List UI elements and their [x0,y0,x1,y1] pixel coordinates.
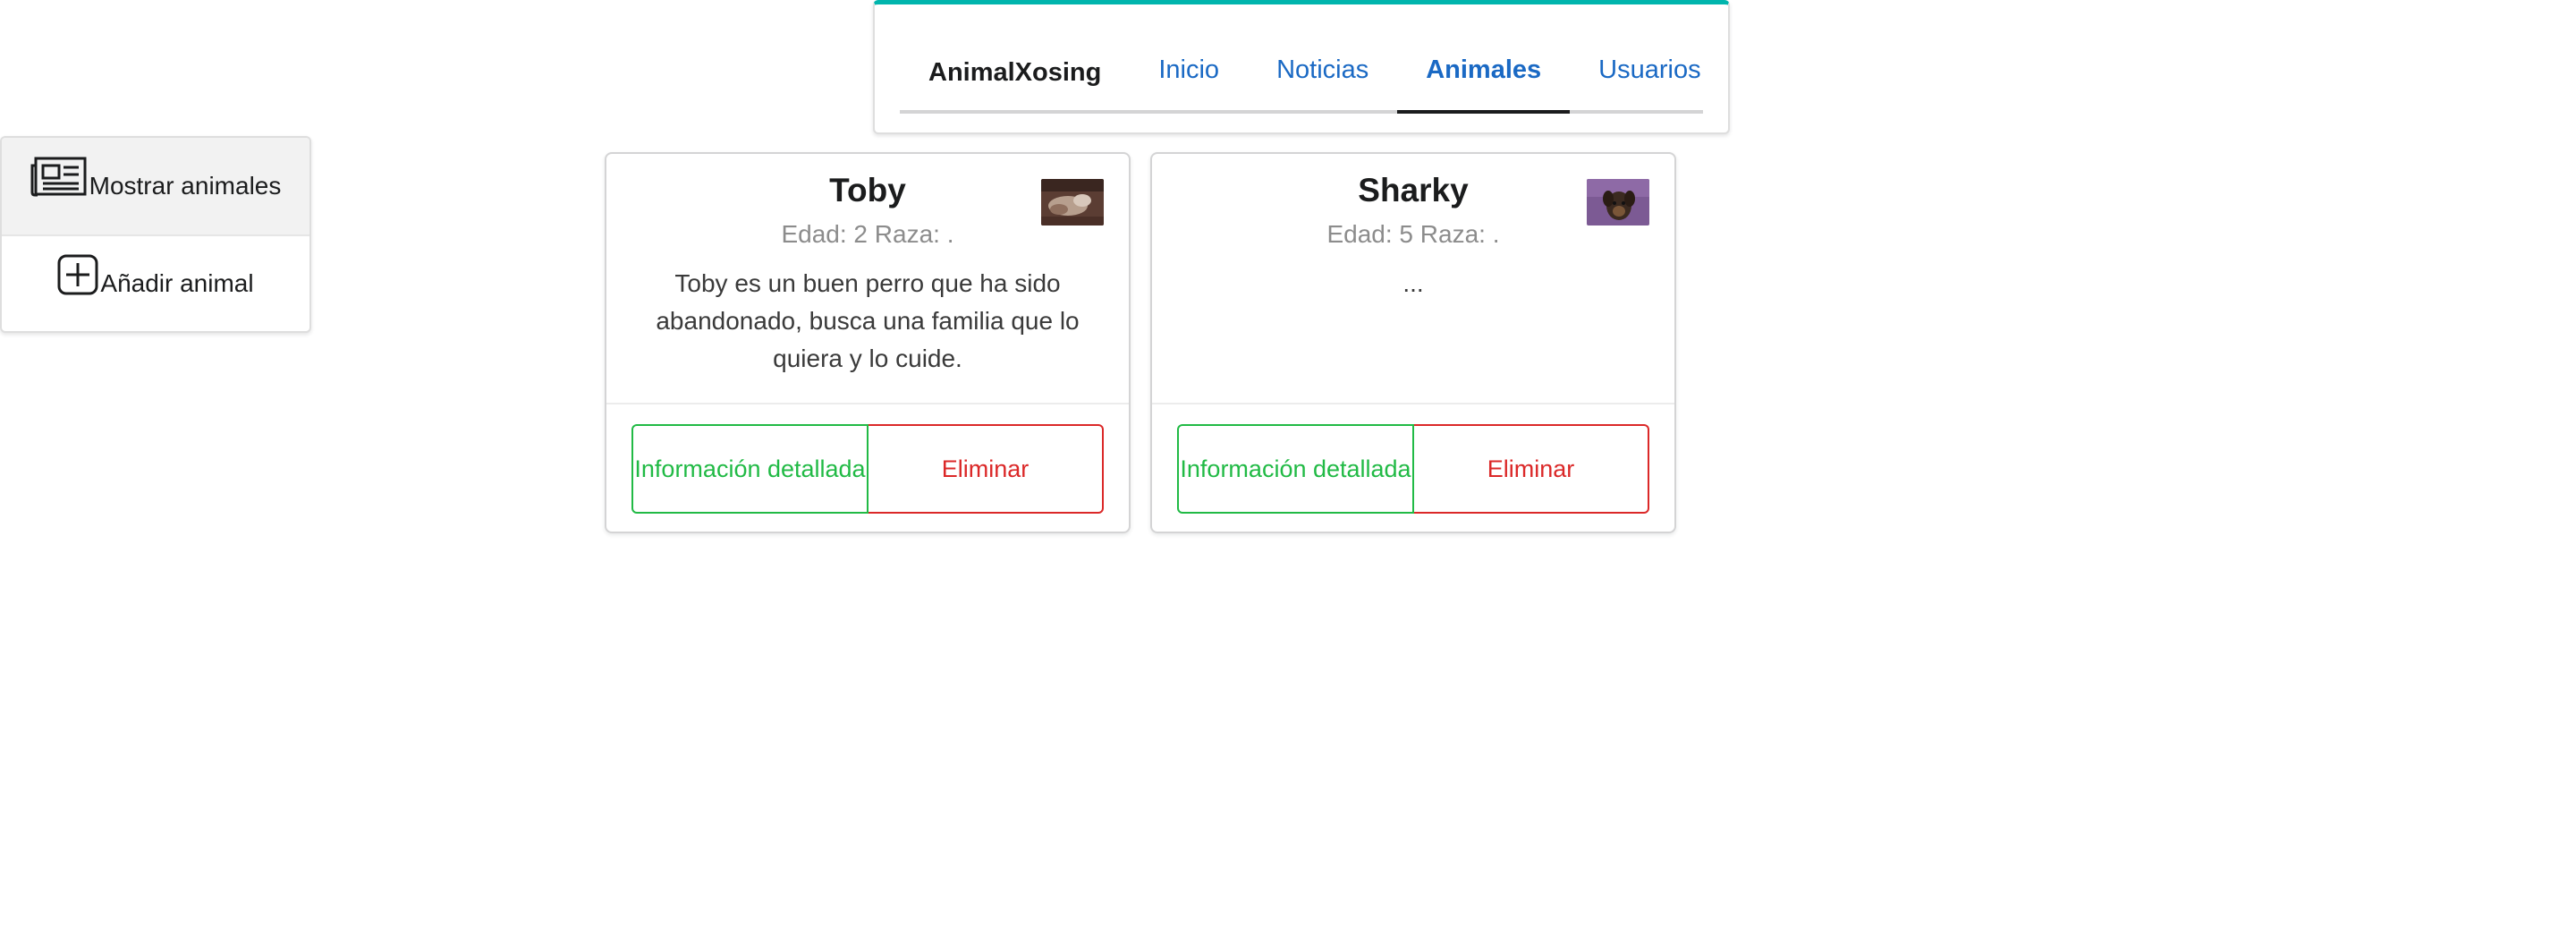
animal-description: ... [1402,269,1424,297]
top-navigation: AnimalXosing Inicio Noticias Animales Us… [873,0,1730,134]
card-content: Sharky Edad: 5 Raza: . ... [1152,154,1674,404]
card-actions: Información detallada Eliminar [1177,424,1649,514]
sidebar-menu: Mostrar animales Añadir animal [0,136,311,333]
sidebar-item-label: Añadir animal [100,269,254,297]
brand-logo: AnimalXosing [928,57,1102,87]
nav-item-noticias[interactable]: Noticias [1248,30,1397,114]
nav-item-inicio[interactable]: Inicio [1130,30,1248,114]
info-button[interactable]: Información detallada [1177,424,1414,514]
animal-description: Toby es un buen perro que ha sido abando… [656,269,1080,372]
info-button[interactable]: Información detallada [631,424,869,514]
animal-photo[interactable] [1587,179,1649,225]
animal-card: Sharky Edad: 5 Raza: . ... Información d… [1150,152,1676,533]
plus-square-icon [57,254,98,295]
sidebar-item-label: Mostrar animales [89,172,282,200]
nav-item-usuarios[interactable]: Usuarios [1570,30,1729,114]
animal-photo[interactable] [1041,179,1104,225]
delete-button[interactable]: Eliminar [1414,424,1649,514]
sidebar-item-mostrar-animales[interactable]: Mostrar animales [2,138,309,234]
card-content: Toby Edad: 2 Raza: . Toby es un buen per… [606,154,1129,404]
sidebar-item-anadir-animal[interactable]: Añadir animal [2,234,309,331]
nav-item-animales[interactable]: Animales [1397,30,1571,114]
nav-menu: AnimalXosing Inicio Noticias Animales Us… [900,30,1703,114]
delete-button[interactable]: Eliminar [869,424,1104,514]
card-actions: Información detallada Eliminar [631,424,1104,514]
animal-card: Toby Edad: 2 Raza: . Toby es un buen per… [605,152,1131,533]
newspaper-icon [30,157,88,198]
